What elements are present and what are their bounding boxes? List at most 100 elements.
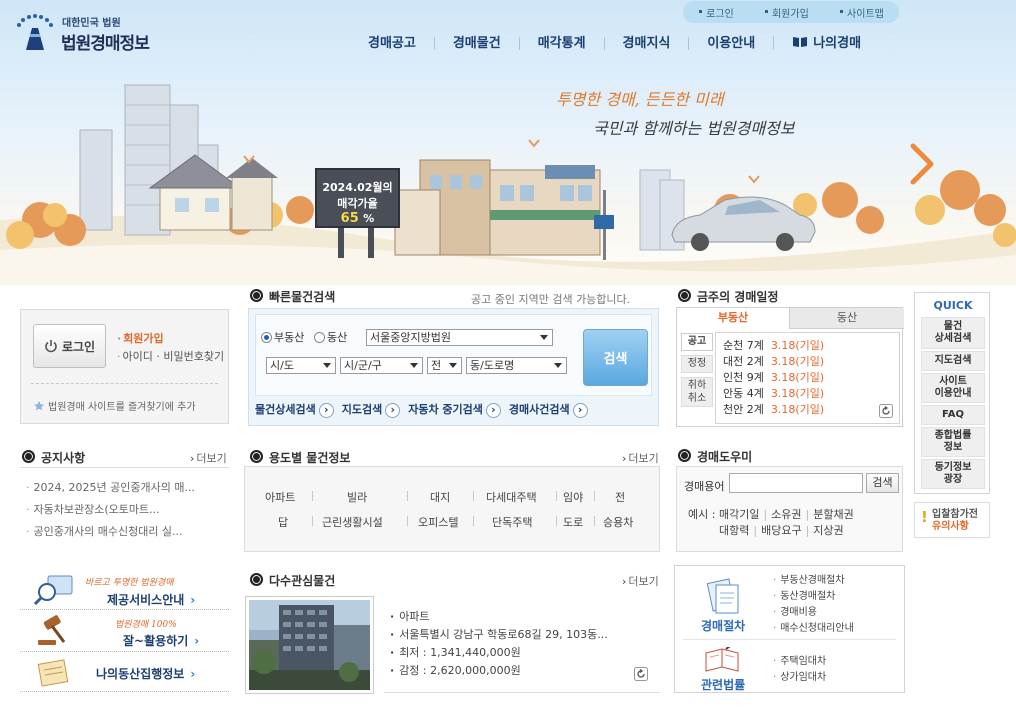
sido-select[interactable]: 시/도: [266, 357, 336, 374]
quick-map-search[interactable]: 지도검색: [921, 351, 985, 371]
exclamation-icon: !: [921, 508, 928, 526]
property-address[interactable]: 서울특별시 강남구 학동로68길 29, 103동...: [390, 626, 608, 644]
sigungu-select[interactable]: 시/군/구: [340, 357, 423, 374]
filter-notice[interactable]: 공고: [681, 333, 713, 351]
procedure-link[interactable]: 경매비용: [773, 605, 854, 621]
procedure-link[interactable]: 부동산경매절차: [773, 573, 854, 589]
usage-apartment[interactable]: 아파트: [265, 489, 295, 505]
case-search-link[interactable]: 경매사건검색: [509, 401, 588, 418]
tab-movable[interactable]: 동산: [790, 308, 904, 329]
law-link[interactable]: 주택임대차: [773, 654, 826, 670]
schedule-row[interactable]: 안동 4계 3.18(기일): [723, 386, 899, 402]
dong-road-select[interactable]: 동/도로명: [466, 357, 567, 374]
sitemap-link[interactable]: 사이트맵: [839, 5, 884, 20]
term-link[interactable]: 배당요구: [761, 524, 813, 537]
bid-caution-link[interactable]: ! 입찰참가전 유의사항: [914, 502, 990, 538]
procedure-label[interactable]: 경매절차: [701, 617, 745, 634]
refresh-icon[interactable]: [879, 404, 893, 418]
notice-item[interactable]: 2024, 2025년 공인중개사의 매...: [22, 477, 227, 499]
divider: [384, 692, 660, 693]
usage-land[interactable]: 대지: [430, 489, 450, 505]
court-select[interactable]: 서울중앙지방법원: [366, 329, 553, 346]
movable-execution-banner[interactable]: 나의동산집행정보: [20, 654, 229, 692]
multi-interest-more-link[interactable]: 더보기: [622, 573, 658, 589]
quick-legal-info[interactable]: 종합법률 정보: [921, 427, 985, 457]
notice-item[interactable]: 공인중개사의 매수신청대리 실...: [22, 521, 227, 543]
banner-next-arrow-icon[interactable]: [908, 142, 936, 186]
property-appraisal: 감정 : 2,620,000,000원: [390, 662, 608, 680]
service-guide-banner[interactable]: 바르고 투명한 법원경매 제공서비스안내: [20, 570, 229, 610]
radio-movable[interactable]: 동산: [314, 329, 347, 345]
law-label[interactable]: 관련법률: [701, 676, 745, 693]
filter-withdrawn[interactable]: 취하 취소: [681, 377, 713, 407]
quick-site-guide[interactable]: 사이트 이용안내: [921, 373, 985, 403]
term-search-input[interactable]: [729, 473, 863, 493]
procedures-panel: 경매절차 부동산경매절차 동산경매절차 경매비용 매수신청대리안내 관련법률 주…: [674, 565, 905, 693]
law-link[interactable]: 상가임대차: [773, 670, 826, 686]
usage-forest[interactable]: 임야: [563, 489, 583, 505]
refresh-icon[interactable]: [634, 667, 648, 681]
term-search-button[interactable]: 검색: [866, 473, 899, 493]
quick-faq[interactable]: FAQ: [921, 405, 985, 425]
logo-subtitle: 대한민국 법원: [62, 18, 121, 29]
nav-sale-statistics[interactable]: 매각통계: [518, 36, 604, 50]
property-photo[interactable]: [245, 596, 374, 694]
usage-more-link[interactable]: 더보기: [622, 450, 658, 466]
notices-more-link[interactable]: 더보기: [190, 450, 226, 466]
weekly-schedule-panel: 부동산 동산 공고 정정 취하 취소 순천 7계 3.18(기일) 대전 2계 3.…: [676, 307, 904, 427]
nav-my-auction-label: 나의경매: [813, 36, 862, 51]
notice-item[interactable]: 자동차보관장소(오토마트...: [22, 499, 227, 521]
usage-tips-banner[interactable]: 법원경매 100% 잘~활용하기: [20, 612, 229, 652]
join-link[interactable]: 회원가입: [117, 330, 163, 346]
tab-real-estate[interactable]: 부동산: [677, 308, 790, 329]
term-link[interactable]: 분할채권: [813, 508, 861, 521]
radio-real-estate[interactable]: 부동산: [261, 329, 304, 345]
term-link[interactable]: 지상권: [813, 524, 851, 537]
map-search-link[interactable]: 지도검색: [342, 401, 400, 418]
usage-officetel[interactable]: 오피스텔: [418, 514, 458, 530]
building-photo-image: [249, 600, 370, 690]
usage-villa[interactable]: 빌라: [347, 489, 367, 505]
nav-usage-guide[interactable]: 이용안내: [688, 36, 773, 50]
vehicle-search-link[interactable]: 자동차 중기검색: [408, 401, 501, 418]
schedule-row[interactable]: 대전 2계 3.18(기일): [723, 354, 899, 370]
hero-illustration: [0, 84, 1016, 285]
site-logo[interactable]: 대한민국 법원 법원경매정보: [14, 10, 164, 56]
usage-car[interactable]: 승용차: [603, 514, 633, 530]
usage-multi-family[interactable]: 다세대주택: [486, 489, 537, 505]
procedure-link[interactable]: 동산경매절차: [773, 589, 854, 605]
detail-search-link[interactable]: 물건상세검색: [255, 401, 334, 418]
quick-search-links: 물건상세검색 지도검색 자동차 중기검색 경매사건검색: [255, 400, 652, 419]
property-type[interactable]: 아파트: [390, 608, 608, 626]
schedule-row[interactable]: 인천 9계 3.18(기일): [723, 370, 899, 386]
schedule-row[interactable]: 순천 7계 3.18(기일): [723, 338, 899, 354]
usage-road[interactable]: 도로: [563, 514, 583, 530]
star-icon: [34, 401, 44, 411]
gavel-icon: [38, 615, 66, 645]
procedure-links: 부동산경매절차 동산경매절차 경매비용 매수신청대리안내: [773, 573, 854, 637]
login-link[interactable]: 로그인: [698, 5, 734, 20]
login-button[interactable]: 로그인: [33, 324, 106, 368]
term-link[interactable]: 대항력: [719, 524, 761, 537]
term-link[interactable]: 매각기일: [719, 508, 771, 521]
signup-link[interactable]: 회원가입: [764, 5, 809, 20]
property-type-select[interactable]: 전: [427, 357, 462, 374]
filter-correction[interactable]: 정정: [681, 355, 713, 373]
usage-paddy[interactable]: 답: [278, 514, 288, 530]
schedule-row[interactable]: 천안 2계 3.18(기일): [723, 402, 899, 418]
procedure-link[interactable]: 매수신청대리안내: [773, 621, 854, 637]
quick-detail-search[interactable]: 물건 상세검색: [921, 317, 985, 349]
find-account-link[interactable]: 아이디 · 비밀번호찾기: [117, 348, 225, 364]
slogan-secondary: 국민과 함께하는 법원경매정보: [593, 119, 795, 138]
quick-registry-plaza[interactable]: 등기정보 광장: [921, 459, 985, 489]
nav-auction-items[interactable]: 경매물건: [433, 36, 519, 50]
usage-detached-house[interactable]: 단독주택: [492, 514, 532, 530]
quick-search-button[interactable]: 검색: [583, 329, 648, 386]
usage-neighborhood-facility[interactable]: 근린생활시설: [322, 514, 383, 530]
nav-my-auction[interactable]: 나의경매: [773, 36, 879, 50]
nav-auction-knowledge[interactable]: 경매지식: [603, 36, 689, 50]
nav-auction-notice[interactable]: 경매공고: [368, 37, 434, 50]
usage-field[interactable]: 전: [615, 489, 625, 505]
add-favorite-link[interactable]: 법원경매 사이트를 즐겨찾기에 추가: [33, 398, 196, 413]
term-link[interactable]: 소유권: [771, 508, 813, 521]
